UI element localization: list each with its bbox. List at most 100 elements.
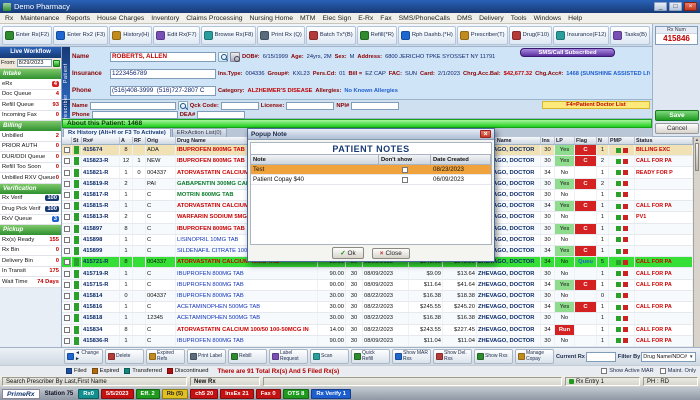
column-header-flag[interactable]: Flag xyxy=(575,137,597,144)
toolbar-button-rph-dashb-h[interactable]: Rph Dashb.(*H) xyxy=(397,25,456,45)
workflow-item-unbilled-rxv-queue[interactable]: Unbilled RXV Queue 0 xyxy=(0,173,61,184)
menu-item-windows[interactable]: Windows xyxy=(534,15,562,22)
footer-button-expired-refs[interactable]: Expired Refs xyxy=(146,349,185,364)
row-select-checkbox[interactable] xyxy=(62,212,72,223)
taskbar-item-insex-21[interactable]: InsEx 21 xyxy=(220,388,254,399)
row-select-checkbox[interactable] xyxy=(62,145,72,156)
taskbar-item-ch5-20[interactable]: ch5 20 xyxy=(190,388,219,399)
toolbar-button-drug-f10[interactable]: Drug(F10) xyxy=(508,25,553,45)
prescriber-name-input[interactable] xyxy=(89,101,176,110)
workflow-item-rx-verif[interactable]: Rx Verif 100 xyxy=(0,193,61,204)
menu-item-claims-processing[interactable]: Claims Processing xyxy=(186,15,242,22)
maint-only-checkbox[interactable] xyxy=(659,368,666,374)
toolbar-button-history-h[interactable]: History(H) xyxy=(109,25,153,45)
workflow-item-rx-s-ready[interactable]: Rx(s) Ready 155 xyxy=(0,235,61,246)
row-select-checkbox[interactable] xyxy=(62,279,72,290)
taskbar-item-rb-5[interactable]: Rb (5) xyxy=(161,388,189,399)
workflow-item-drug-pick-verif[interactable]: Drug Pick Verif 100 xyxy=(0,204,61,215)
footer-button-show-mar-rxs[interactable]: Show MAR Rxs xyxy=(392,349,431,364)
sms-call-badge[interactable]: SMS/Call Subscribed xyxy=(520,48,615,57)
toolbar-button-batch-tx-b[interactable]: Batch Tx*(B) xyxy=(305,25,356,45)
row-select-checkbox[interactable] xyxy=(62,189,72,201)
taskbar-item-5-5-2023[interactable]: 5/5/2023 xyxy=(100,388,134,399)
row-select-checkbox[interactable] xyxy=(62,324,72,335)
rx-row[interactable]: 415715-R 1 C IBUPROFEN 800MG TAB 90.00 30 08/0… xyxy=(62,279,693,291)
workflow-item-refill-too-soon[interactable]: Refill Too Soon 0 xyxy=(0,162,61,173)
column-header-lp[interactable]: LP xyxy=(555,137,575,144)
patient-name-input[interactable] xyxy=(110,51,216,62)
prescriber-search-icon[interactable] xyxy=(177,101,188,110)
row-select-checkbox[interactable] xyxy=(62,223,72,234)
menu-item-mtm[interactable]: MTM xyxy=(300,15,315,22)
toolbar-button-print-rx-q[interactable]: Print Rx (Q) xyxy=(257,25,305,45)
row-select-checkbox[interactable] xyxy=(62,156,72,167)
cancel-button[interactable]: Cancel xyxy=(655,123,699,134)
row-select-checkbox[interactable] xyxy=(62,201,72,212)
menu-item-sms-phonecalls[interactable]: SMS/PhoneCalls xyxy=(399,15,450,22)
footer-button-print-label[interactable]: Print Label xyxy=(187,349,226,364)
column-header-ins[interactable]: Ins xyxy=(541,137,555,144)
rx-row[interactable]: 415836-R 1 C IBUPROFEN 800MG TAB 90.00 30 08/0… xyxy=(62,335,693,347)
menu-item-help[interactable]: Help xyxy=(568,15,582,22)
row-select-checkbox[interactable] xyxy=(62,167,72,178)
footer-button-rebill[interactable]: Rebill xyxy=(228,349,267,364)
menu-item-maintenance[interactable]: Maintenance xyxy=(20,15,59,22)
row-select-checkbox[interactable] xyxy=(62,178,72,189)
toolbar-button-browse-rx-f8[interactable]: Browse Rx(F8) xyxy=(200,25,257,45)
row-select-checkbox[interactable] xyxy=(62,268,72,279)
ok-button[interactable]: ✓ Ok xyxy=(332,247,364,259)
minimize-button[interactable]: _ xyxy=(654,2,667,11)
from-date-input[interactable]: 8/29/2023 xyxy=(16,59,52,67)
patient-photo-icon[interactable] xyxy=(230,51,240,62)
table-scrollbar[interactable]: ▲ xyxy=(693,137,700,347)
taskbar-item-ots-8[interactable]: OTS 8 xyxy=(282,388,310,399)
npi-input[interactable] xyxy=(351,101,400,110)
column-header-rf[interactable]: RF xyxy=(133,137,146,144)
workflow-item-unbilled[interactable]: Unbilled 2 xyxy=(0,131,61,142)
note-row[interactable]: Test 08/23/2023 xyxy=(251,165,491,175)
dont-show-checkbox[interactable] xyxy=(402,166,408,173)
workflow-item-dur-ddi-queue[interactable]: DUR/DDI Queue 0 xyxy=(0,152,61,163)
menu-item-tools[interactable]: Tools xyxy=(511,15,527,22)
column-header-st[interactable]: St xyxy=(72,137,82,144)
workflow-item-incoming-fax[interactable]: Incoming Fax 0 xyxy=(0,110,61,121)
menu-item-inventory[interactable]: Inventory xyxy=(151,15,179,22)
workflow-item-rxv-queue[interactable]: RxV Queue 3 xyxy=(0,214,61,225)
rx-row[interactable]: 415814 0 004337 IBUPROFEN 800MG TAB 30.00 30 0… xyxy=(62,290,693,303)
taskbar-item-fax-0[interactable]: Fax 0 xyxy=(255,388,281,399)
toolbar-button-refill-r[interactable]: Refill(*R) xyxy=(356,25,397,45)
notes-column-note[interactable]: Note xyxy=(251,155,379,164)
workflow-item-prior-auth[interactable]: PRIOR AUTH 0 xyxy=(0,141,61,152)
notes-column-don-t-show[interactable]: Don't show xyxy=(379,155,431,164)
column-header-tag[interactable] xyxy=(62,137,72,144)
toolbar-button-edit-rx-f7[interactable]: Edit Rx(F7) xyxy=(153,25,200,45)
footer-button-manage-copay[interactable]: Manage Copay xyxy=(515,349,554,364)
workflow-item-in-transit[interactable]: In Transit 175 xyxy=(0,266,61,277)
dea-input[interactable] xyxy=(197,110,246,119)
filter-by-select[interactable]: Drug Name/NDC# ▼ xyxy=(641,351,696,362)
patient-insurance-input[interactable] xyxy=(110,68,216,79)
footer-button-label-request[interactable]: Label Request xyxy=(269,349,308,364)
prescriber-phone-input[interactable] xyxy=(91,110,178,119)
save-button[interactable]: Save xyxy=(655,110,699,121)
footer-button-show-del-rxs[interactable]: Show Del. Rxs xyxy=(433,349,472,364)
tab-rx-history[interactable]: Rx History (Alt+H or F3 To Activate) xyxy=(63,128,171,137)
patient-phone-input[interactable] xyxy=(110,85,216,96)
rx-row[interactable]: 415818 1 12345 ACETAMINOPHEN 500MG TAB 30.00… xyxy=(62,313,693,325)
row-select-checkbox[interactable] xyxy=(62,313,72,324)
taskbar-item-rx-verify-1[interactable]: Rx Verify 1 xyxy=(311,388,351,399)
note-row[interactable]: Patient Copay $40 06/09/2023 xyxy=(251,175,491,185)
workflow-item-delivery-bin[interactable]: Delivery Bin 0 xyxy=(0,256,61,267)
tab-erx-action-list[interactable]: ERxAction List(0) xyxy=(171,128,227,137)
rx-row[interactable]: 415719-R 1 C IBUPROFEN 800MG TAB 90.00 30 08/0… xyxy=(62,268,693,280)
footer-button-quick-refill[interactable]: Quick Refill xyxy=(351,349,390,364)
menu-item-fax[interactable]: Fax xyxy=(380,15,391,22)
toolbar-button-prescriber-t[interactable]: Prescriber(T) xyxy=(456,25,508,45)
workflow-item-wait-time[interactable]: Wait Time 74 Days xyxy=(0,277,61,288)
column-header-a[interactable]: A xyxy=(120,137,133,144)
popup-close-icon[interactable]: × xyxy=(480,130,491,138)
dont-show-checkbox[interactable] xyxy=(402,176,408,183)
row-select-checkbox[interactable] xyxy=(62,290,72,302)
rx-row[interactable]: 415816 1 C ACETAMINOPHEN 500MG TAB 30.00 30 08… xyxy=(62,302,693,314)
license-input[interactable] xyxy=(286,101,335,110)
